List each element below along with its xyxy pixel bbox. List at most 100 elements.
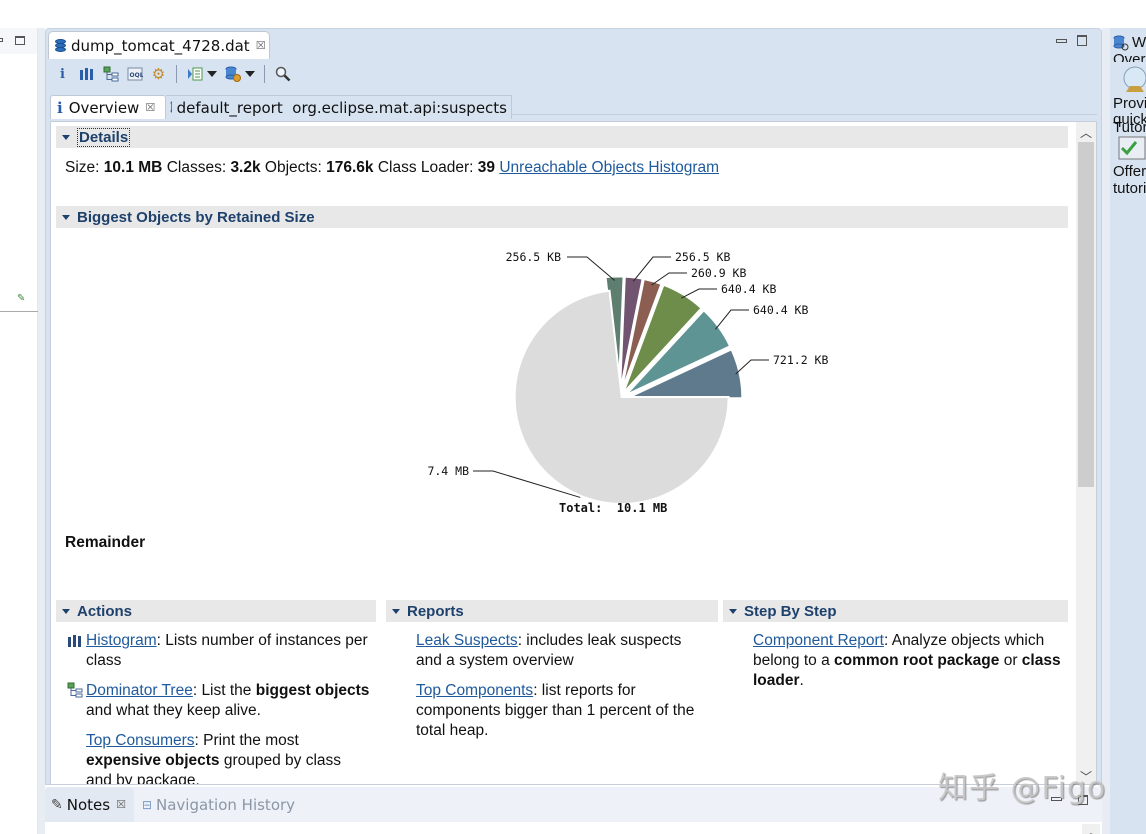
leader-line (715, 309, 749, 330)
overview-content: Details Size: 10.1 MB Classes: 3.2k Obje… (50, 121, 1097, 785)
actions-section-header[interactable]: Actions (56, 600, 376, 622)
provides-text: Provi (1113, 95, 1146, 112)
notes-icon: ✎ (51, 796, 63, 813)
tab-navigation-history[interactable]: ⊟ Navigation History (134, 796, 295, 814)
slice-data-label: 640.4 KB (753, 303, 808, 317)
step-by-step-section-header[interactable]: Step By Step (723, 600, 1068, 622)
divider (0, 311, 38, 312)
tab-label: default_report org.eclipse.mat.api:suspe… (176, 98, 507, 117)
size-value: 10.1 MB (103, 159, 163, 176)
overview-button[interactable]: i (54, 66, 71, 83)
minimize-button[interactable] (0, 38, 3, 42)
classloader-value: 39 (477, 159, 496, 176)
scroll-down-button[interactable]: ﹀ (1076, 766, 1096, 784)
tab-label: Navigation History (156, 795, 296, 814)
slice-data-label: 260.9 KB (691, 266, 746, 280)
toolbar-separator (176, 65, 177, 83)
slice-data-label: 721.2 KB (773, 353, 828, 367)
chevron-down-icon[interactable] (207, 71, 217, 77)
query-browser-button[interactable] (224, 66, 241, 83)
step-description: or (999, 652, 1022, 669)
retained-size-pie-chart[interactable]: 721.2 KB 640.4 KB 640.4 KB 260.9 KB 256.5 KB… (381, 230, 881, 520)
action-emphasis: expensive objects (86, 752, 220, 769)
tab-overview[interactable]: i Overview ☒ (50, 95, 166, 119)
maximize-button[interactable] (1077, 35, 1087, 46)
dominator-tree-link[interactable]: Dominator Tree (86, 682, 193, 699)
leak-suspects-link[interactable]: Leak Suspects (416, 632, 518, 649)
histogram-icon (68, 635, 81, 647)
scroll-up-button[interactable]: ︿ (1082, 824, 1100, 834)
overview-icon: i (60, 66, 65, 82)
scroll-thumb[interactable] (1078, 142, 1094, 487)
step-description: . (799, 672, 804, 689)
action-emphasis: biggest objects (255, 682, 370, 699)
details-header-label: Details (77, 127, 131, 147)
left-panel-header (0, 28, 37, 54)
pin-icon[interactable]: ✎ (17, 293, 25, 304)
reports-section-header[interactable]: Reports (386, 600, 718, 622)
biggest-objects-section-header[interactable]: Biggest Objects by Retained Size (56, 206, 1068, 228)
tab-label: Notes (66, 795, 111, 814)
oql-button[interactable]: OQL (126, 66, 143, 83)
welcome-panel: W Over Provi quick Tutor Offer tutori (1110, 28, 1146, 834)
welcome-panel-title: W (1113, 34, 1146, 51)
top-consumers-link[interactable]: Top Consumers (86, 732, 195, 749)
navigation-history-icon: ⊟ (141, 797, 152, 812)
slice-data-label: 256.5 KB (506, 250, 561, 264)
biggest-objects-header-label: Biggest Objects by Retained Size (77, 208, 315, 226)
action-description: : List the (192, 682, 256, 699)
toolbar-separator (264, 65, 265, 83)
classes-value: 3.2k (230, 159, 261, 176)
component-report-link[interactable]: Component Report (753, 632, 884, 649)
editor-tab[interactable]: dump_tomcat_4728.dat ☒ (48, 31, 270, 59)
sash[interactable] (1102, 28, 1110, 834)
report-icon (170, 100, 172, 113)
unreachable-objects-histogram-link[interactable]: Unreachable Objects Histogram (499, 159, 719, 176)
objects-value: 176.6k (326, 159, 374, 176)
classloader-label: Class Loader: (377, 159, 474, 176)
tutorials-desc-text: tutori (1113, 180, 1146, 197)
report-list-icon (187, 67, 202, 81)
objects-label: Objects: (264, 159, 322, 176)
heap-dump-editor: dump_tomcat_4728.dat ☒ i OQL ⚙ i Overvie… (45, 28, 1102, 785)
sash[interactable] (38, 28, 45, 834)
editor-tabbar: dump_tomcat_4728.dat ☒ (46, 29, 1101, 59)
maximize-button[interactable] (1078, 795, 1088, 805)
histogram-icon (79, 68, 93, 80)
classes-label: Classes: (166, 159, 227, 176)
details-section-header[interactable]: Details (56, 126, 1068, 148)
chevron-down-icon[interactable] (245, 71, 255, 77)
reports-header-label: Reports (407, 602, 464, 620)
close-icon[interactable]: ☒ (145, 101, 155, 114)
dominator-tree-button[interactable] (102, 66, 119, 83)
svg-text:OQL: OQL (129, 72, 143, 79)
close-icon[interactable]: ☒ (116, 798, 126, 811)
collapse-triangle-icon (392, 608, 400, 614)
crystal-ball-icon[interactable] (1120, 64, 1146, 98)
maximize-button[interactable] (15, 36, 25, 45)
editor-tab-label: dump_tomcat_4728.dat (71, 36, 250, 55)
step-emphasis: common root package (834, 652, 1000, 669)
run-expert-system-button[interactable] (186, 66, 203, 83)
minimize-button[interactable] (1051, 797, 1062, 801)
tab-notes[interactable]: ✎ Notes ☒ (45, 787, 134, 822)
step-by-step-header-label: Step By Step (744, 602, 837, 620)
details-summary: Size: 10.1 MB Classes: 3.2k Objects: 176… (65, 158, 719, 178)
histogram-link[interactable]: Histogram (86, 632, 157, 649)
dominator-tree-icon (103, 66, 118, 82)
dominator-tree-icon (67, 682, 83, 698)
scroll-up-button[interactable]: ︿ (1076, 122, 1096, 142)
slice-data-label: 640.4 KB (721, 282, 776, 296)
action-description: and what they keep alive. (86, 702, 261, 719)
tab-default-report[interactable]: default_report org.eclipse.mat.api:suspe… (166, 95, 512, 119)
vertical-scrollbar[interactable]: ︿ ﹀ (1076, 122, 1096, 784)
minimize-button[interactable] (1056, 39, 1067, 43)
heap-dump-overview-button[interactable]: ⚙ (150, 65, 167, 83)
histogram-button[interactable] (78, 66, 95, 83)
tutorials-icon[interactable] (1118, 136, 1146, 162)
collapse-triangle-icon (729, 608, 737, 614)
find-object-button[interactable] (274, 66, 291, 83)
close-icon[interactable]: ☒ (256, 39, 266, 52)
step-component-report: Component Report: Analyze objects which … (753, 631, 1073, 691)
top-components-link[interactable]: Top Components (416, 682, 533, 699)
